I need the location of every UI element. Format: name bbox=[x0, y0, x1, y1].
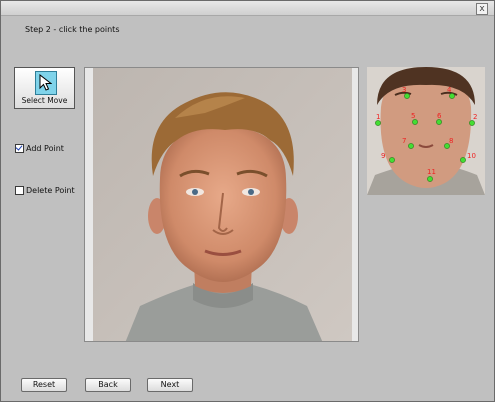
landmark-label-8: 8 bbox=[449, 137, 453, 145]
landmark-label-7: 7 bbox=[402, 137, 406, 145]
cursor-arrow-icon bbox=[35, 71, 57, 95]
landmark-label-10: 10 bbox=[467, 152, 476, 160]
landmark-label-4: 4 bbox=[447, 86, 452, 94]
delete-point-label: Delete Point bbox=[26, 186, 75, 195]
face-photo bbox=[85, 68, 358, 341]
face-photo-canvas[interactable] bbox=[84, 67, 359, 342]
delete-point-checkbox-box[interactable] bbox=[15, 186, 24, 195]
landmark-label-9: 9 bbox=[381, 152, 385, 160]
landmark-point-10 bbox=[460, 157, 466, 163]
title-bar: x bbox=[1, 1, 494, 16]
landmark-label-2: 2 bbox=[473, 113, 477, 121]
face-point-dialog: x Step 2 - click the points Select Move … bbox=[0, 0, 495, 402]
reference-face-svg: 1 2 3 4 5 6 7 8 9 10 11 bbox=[367, 67, 485, 195]
landmark-point-3 bbox=[404, 93, 410, 99]
step-instruction: Step 2 - click the points bbox=[25, 25, 120, 34]
landmark-label-3: 3 bbox=[402, 86, 406, 94]
landmark-point-2 bbox=[469, 120, 475, 126]
landmark-label-5: 5 bbox=[411, 112, 415, 120]
landmark-point-4 bbox=[449, 93, 455, 99]
landmark-label-11: 11 bbox=[427, 168, 436, 176]
landmark-point-9 bbox=[389, 157, 395, 163]
reset-button[interactable]: Reset bbox=[21, 378, 67, 392]
landmark-point-6 bbox=[436, 119, 442, 125]
add-point-label: Add Point bbox=[26, 144, 64, 153]
landmark-label-1: 1 bbox=[376, 113, 380, 121]
add-point-checkbox[interactable]: Add Point bbox=[15, 144, 64, 153]
next-button[interactable]: Next bbox=[147, 378, 193, 392]
landmark-point-5 bbox=[412, 119, 418, 125]
select-move-button[interactable]: Select Move bbox=[14, 67, 75, 109]
reference-face-image: 1 2 3 4 5 6 7 8 9 10 11 bbox=[367, 67, 485, 195]
add-point-checkbox-box[interactable] bbox=[15, 144, 24, 153]
back-button[interactable]: Back bbox=[85, 378, 131, 392]
close-button[interactable]: x bbox=[476, 3, 488, 15]
landmark-label-6: 6 bbox=[437, 112, 442, 120]
landmark-point-7 bbox=[408, 143, 414, 149]
landmark-point-11 bbox=[427, 176, 433, 182]
select-move-label: Select Move bbox=[21, 96, 68, 105]
landmark-point-1 bbox=[375, 120, 381, 126]
delete-point-checkbox[interactable]: Delete Point bbox=[15, 186, 75, 195]
